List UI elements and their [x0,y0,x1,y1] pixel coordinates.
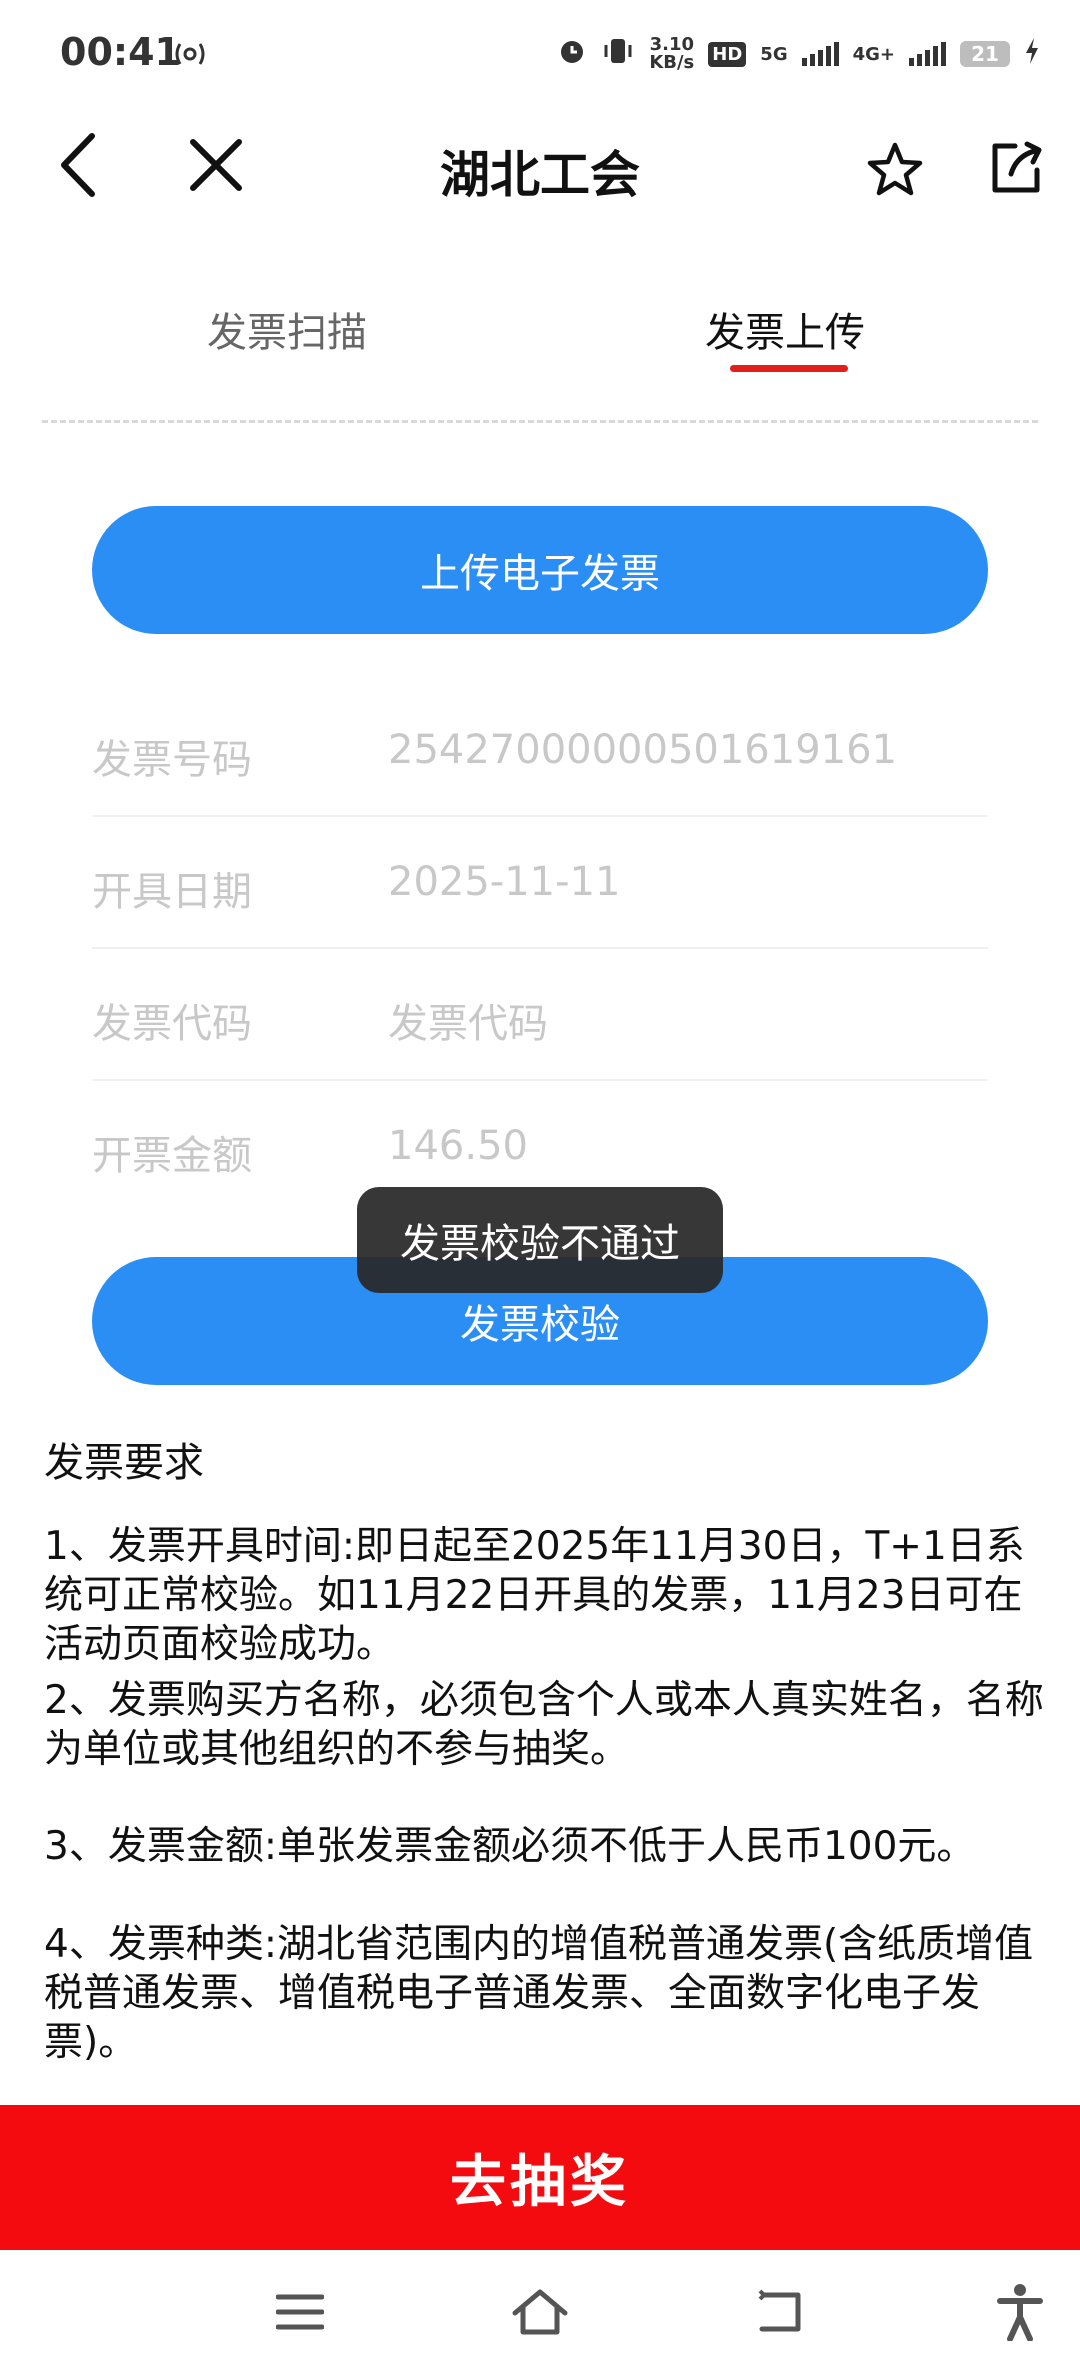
amount-input[interactable]: 146.50 [388,1123,528,1169]
menu-button[interactable] [260,2272,340,2352]
requirements-title: 发票要求 [44,1440,204,1486]
divider [42,420,1038,423]
tab-invoice-scan[interactable]: 发票扫描 [207,300,367,358]
status-icons: 3.10 KB/s HD 5G 4G+ 21 [557,36,1040,72]
issue-date-label: 开具日期 [92,869,252,915]
upload-e-invoice-button[interactable]: 上传电子发票 [92,506,988,634]
invoice-code-row: 发票代码 发票代码 [92,947,988,1081]
invoice-code-label: 发票代码 [92,1001,252,1047]
issue-date-row: 开具日期 2025-11-11 [92,815,988,949]
requirement-item: 3、发票金额:单张发票金额必须不低于人民币100元。 [44,1824,976,1869]
menu-icon [276,2294,324,2330]
sim1-network: 5G [760,43,788,65]
net-speed-unit: KB/s [649,52,695,73]
share-icon [992,141,1042,193]
issue-date-input[interactable]: 2025-11-11 [388,859,620,905]
requirement-item: 4、发票种类:湖北省范围内的增值税普通发票(含纸质增值税普通发票、增值税电子普通… [44,1922,1034,2065]
hd-badge: HD [708,41,747,67]
vibrate-icon [601,36,635,72]
status-bar: 00:41 3.10 KB/s HD 5G 4G+ 21 [0,0,1080,110]
active-tab-indicator [730,365,848,372]
requirement-item: 1、发票开具时间:即日起至2025年11月30日，T+1日系统可正常校验。如11… [44,1524,1025,1667]
tab-invoice-upload[interactable]: 发票上传 [705,300,865,358]
net-speed: 3.10 KB/s [649,36,694,72]
toast-message: 发票校验不通过 [357,1187,723,1293]
back-arrow-icon [758,2289,801,2332]
invoice-number-row: 发票号码 25427000000501619161 [92,683,988,817]
go-draw-button[interactable]: 去抽奖 [0,2105,1080,2250]
status-time: 00:41 [60,30,181,74]
invoice-number-input[interactable]: 25427000000501619161 [388,727,897,773]
battery-icon: 21 [960,41,1010,67]
star-icon [867,142,923,196]
requirement-item: 2、发票购买方名称，必须包含个人或本人真实姓名，名称为单位或其他组织的不参与抽奖… [44,1678,1044,1772]
home-icon [512,2289,568,2335]
sim2-network: 4G+ [852,43,895,65]
invoice-number-label: 发票号码 [92,737,252,783]
signal-bars-icon [909,42,946,66]
alarm-icon [557,36,587,72]
favorite-button[interactable] [855,130,935,210]
accessibility-button[interactable] [980,2272,1060,2352]
nfc-icon [172,40,208,72]
signal-bars-icon [801,42,839,66]
amount-label: 开票金额 [92,1133,252,1179]
invoice-code-input[interactable]: 发票代码 [388,991,548,1049]
accessibility-icon [997,2284,1043,2341]
share-button[interactable] [977,128,1057,208]
charging-icon [1024,37,1040,71]
home-button[interactable] [500,2272,580,2352]
back-nav-button[interactable] [740,2272,820,2352]
